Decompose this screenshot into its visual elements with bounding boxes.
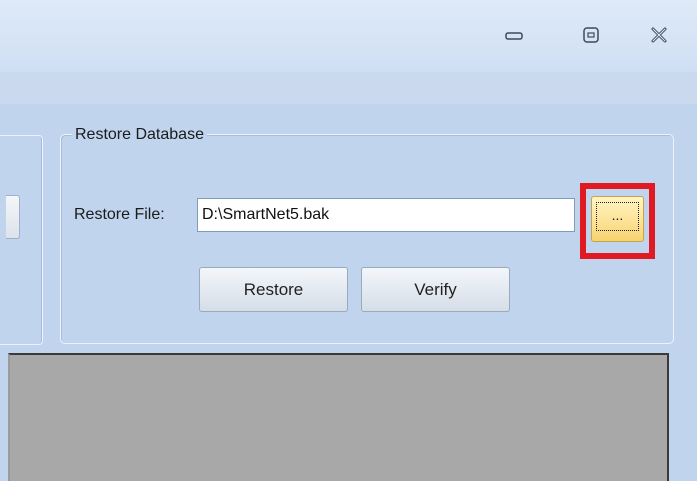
- restore-file-input[interactable]: D:\SmartNet5.bak: [197, 198, 575, 232]
- restore-database-title: Restore Database: [72, 125, 207, 145]
- minimize-button[interactable]: [500, 20, 528, 50]
- content-area: [8, 353, 669, 481]
- browse-button-label: ...: [596, 202, 639, 231]
- maximize-button[interactable]: [577, 20, 605, 50]
- restore-button[interactable]: Restore: [199, 267, 348, 312]
- left-partial-button[interactable]: [6, 195, 20, 239]
- left-groupbox: [0, 135, 43, 345]
- menu-bar: [0, 72, 697, 104]
- verify-button[interactable]: Verify: [361, 267, 510, 312]
- window-titlebar: [0, 0, 697, 72]
- maximize-icon: [583, 27, 599, 43]
- restore-file-label: Restore File:: [74, 206, 165, 223]
- close-button[interactable]: [645, 20, 673, 50]
- minimize-icon: [505, 32, 523, 40]
- browse-button[interactable]: ...: [591, 196, 644, 242]
- close-icon: [651, 27, 667, 43]
